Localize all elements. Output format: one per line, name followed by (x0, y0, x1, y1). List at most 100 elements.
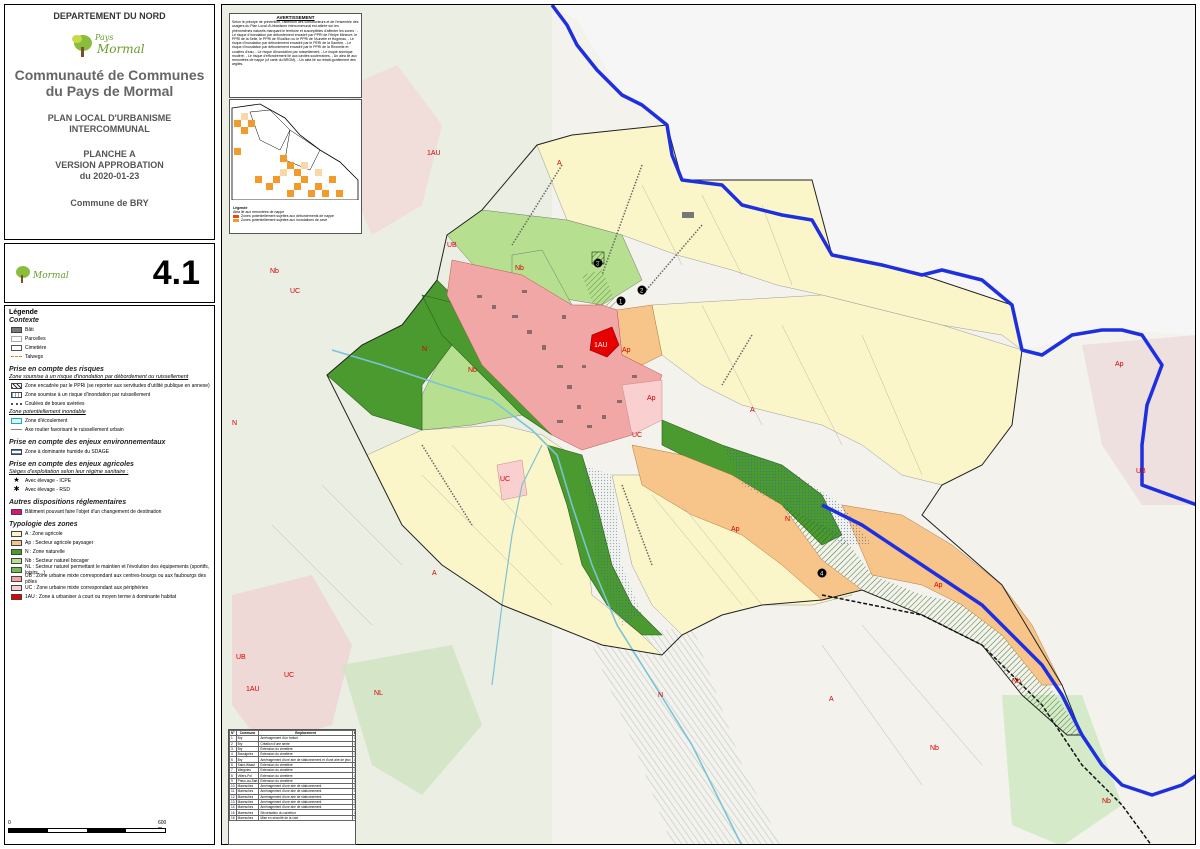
legend-item-label: UB : Zone urbaine mixte correspondant au… (25, 572, 206, 585)
legend-item-label: Coulées de boues avérées (25, 400, 85, 407)
legend-item-zone: 1AU : Zone à urbaniser à court ou moyen … (11, 593, 214, 600)
zone-label-1au: 1AU (427, 150, 441, 157)
zone-label-a: A (829, 696, 834, 703)
legend-item-zone: Ap : Secteur agricole paysager (11, 539, 214, 546)
parcelles-swatch (11, 335, 22, 342)
zone-swatch (11, 539, 22, 546)
legend-item-ppri: Zone encadrée par le PPRi (se reporter a… (11, 382, 214, 389)
contexte-title: Contexte (9, 317, 39, 324)
legend-item-label: Talwegs (25, 353, 44, 360)
zone-label-1au: 1AU (246, 686, 260, 693)
small-logo: Mormal (13, 260, 75, 286)
svg-text:Mormal: Mormal (32, 271, 69, 281)
table-cell: Commune (351, 814, 355, 822)
table-cell: Mise en sécurité de la voie (258, 814, 353, 822)
zone-label-n: N (658, 692, 663, 699)
legend-item-axe-routier: Axe routier favorisant le ruissellement … (11, 426, 214, 433)
zone-label-nb: Nb (1102, 798, 1111, 805)
zone-swatch (11, 566, 22, 573)
zone-label-a: A (557, 160, 562, 167)
agricoles-title: Prise en compte des enjeux agricoles (9, 461, 134, 468)
zone-swatch (11, 548, 22, 555)
table-cell: Preux-au-Sart (235, 777, 260, 784)
zone-label-n: N (785, 516, 790, 523)
zone-label-ap: Ap (934, 582, 943, 589)
map-svg[interactable]: A A A A Ap Ap Ap Ap Ap N N N N Nb Nb Nb … (222, 5, 1196, 845)
zone-label-n: N (422, 346, 427, 353)
zone-label-uc: UC (632, 432, 642, 439)
marker-1[interactable]: 1 (616, 296, 626, 306)
zone-humide-swatch (11, 448, 22, 455)
changement-destination-swatch (11, 508, 22, 515)
zone-label-ub: UB (236, 654, 246, 661)
commune-label: Commune de BRY (70, 198, 149, 208)
legend-item-icpe: ★ Avec élevage - ICPE (11, 477, 214, 484)
inset-legend-item: Zones potentiellement sujettes aux inond… (233, 218, 358, 222)
legend-item-label: Avec élevage - ICPE (25, 477, 72, 484)
risques-title: Prise en compte des risques (9, 366, 104, 373)
axe-routier-swatch (11, 429, 22, 430)
legend-item-label: Parcelles (25, 335, 46, 342)
talwegs-swatch (11, 356, 22, 357)
zone-label-nb: Nb (515, 265, 524, 272)
legend-item-label: Avec élevage - RSD (25, 486, 70, 493)
legend-item-label: N : Zone naturelle (25, 548, 65, 555)
bati-swatch (11, 326, 22, 333)
inset-legend-label: Zones potentiellement sujettes aux inond… (241, 218, 328, 222)
zone-label-ap: Ap (622, 347, 631, 354)
marker-2[interactable]: 2 (637, 285, 647, 295)
zone-label-nb: Nb (468, 367, 477, 374)
scale-bar-graphic (8, 828, 166, 833)
title-block: DEPARTEMENT DU NORD Pays Mormal Communau… (4, 4, 215, 240)
typologie-list: A : Zone agricole Ap : Secteur agricole p… (5, 530, 214, 600)
legend-item-changement-destination: Bâtiment pouvant faire l'objet d'un chan… (11, 508, 214, 515)
zone-label-uc: UC (284, 672, 294, 679)
cemetery-block (591, 251, 605, 265)
farm-building (682, 212, 694, 218)
risques-sub1: Zone soumise à un risque d'inondation pa… (9, 374, 189, 380)
autres-title: Autres dispositions réglementaires (9, 499, 127, 506)
legend-item-label: UC : Zone urbaine mixte correspondant au… (25, 584, 149, 591)
legend-item-label: Axe routier favorisant le ruissellement … (25, 426, 124, 433)
svg-text:Pays: Pays (94, 33, 113, 42)
icpe-icon: ★ (13, 476, 20, 484)
avertissement-box: AVERTISSEMENT Selon le principe de préve… (229, 13, 362, 98)
legend-item-bati: Bâti (11, 326, 214, 333)
legend-item-rsd: ✱ Avec élevage - RSD (11, 486, 214, 493)
zone-label-nl: NL (374, 690, 383, 697)
zone-label-nb: Nb (270, 268, 279, 275)
table-cell: Maresches (235, 814, 260, 822)
legend-item-label: Zone d'écoulement (25, 417, 68, 424)
zone-label-uc: UC (290, 288, 300, 295)
legend-item-label: Bâtiment pouvant faire l'objet d'un chan… (25, 508, 162, 515)
zone-label-uc: UC (500, 476, 510, 483)
zone-label-ub: UB (1136, 468, 1146, 475)
table-row: 16MareschesMise en sécurité de la voieCo… (229, 814, 355, 822)
zone-swatch (11, 530, 22, 537)
legend-item-zone: A : Zone agricole (11, 530, 214, 537)
marker-4[interactable]: 4 (817, 568, 827, 578)
svg-text:Mormal: Mormal (96, 42, 145, 56)
table-cell: Aménagement d'une aire de stationnement … (258, 756, 353, 763)
ppri-swatch (11, 382, 22, 389)
zone-label-ub: UB (447, 242, 457, 249)
agricoles-sub: Sièges d'exploitation selon leur régime … (9, 469, 129, 475)
legend-title: Légende (9, 309, 38, 316)
legend-item-zone: N : Zone naturelle (11, 548, 214, 555)
legend-item-ecoulement: Zone d'écoulement (11, 417, 214, 424)
table-element: N°CommuneEmplacementBénéficiaireSurface … (229, 730, 355, 822)
zone-label-ap: Ap (731, 526, 740, 533)
table-cell: 16 (229, 814, 237, 822)
ecoulement-swatch (11, 417, 22, 424)
legend-item-parcelles: Parcelles (11, 335, 214, 342)
zone-label-n: N (232, 420, 237, 427)
cimetiere-swatch (11, 344, 22, 351)
legend-item-label: Zone encadrée par le PPRi (se reporter a… (25, 382, 210, 389)
zone-swatch (11, 575, 22, 582)
map-canvas[interactable]: A A A A Ap Ap Ap Ap Ap N N N N Nb Nb Nb … (221, 4, 1196, 845)
legend-item-zone-humide: Zone à dominante humide du SDAGE (11, 448, 214, 455)
legend-item-label: Ap : Secteur agricole paysager (25, 539, 94, 546)
avertissement-text: Selon le principe de prévention, l'atten… (232, 20, 359, 67)
scale-start: 0 (8, 820, 11, 826)
zone-label-ap: Ap (1115, 361, 1124, 368)
